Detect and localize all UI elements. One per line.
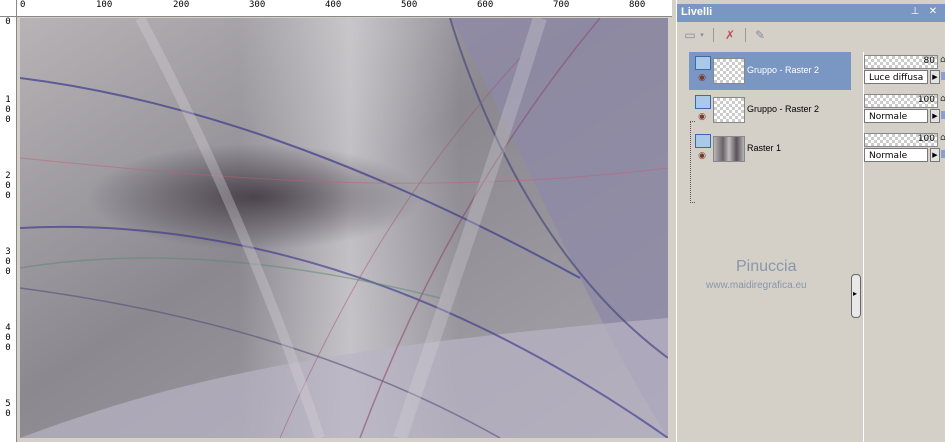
layer-group-icon[interactable]: [695, 56, 711, 70]
lock-icon[interactable]: ⌂: [940, 133, 945, 143]
chevron-right-icon[interactable]: ▶: [930, 70, 940, 84]
chevron-right-icon: ▸: [853, 289, 858, 298]
lock-icon[interactable]: ⌂: [940, 55, 945, 65]
layers-panel: Livelli ⊥ ✕ ▭ ▾ ✗ ✎ ◉ Gruppo - Raster 2 …: [676, 0, 945, 442]
ruler-label: 0: [5, 17, 11, 27]
ruler-label: 0: [5, 333, 11, 343]
layer-props-row: 80 ⌂ Luce diffusa ▶: [864, 52, 945, 90]
ruler-label: 5: [5, 399, 11, 409]
ruler-label: 0: [20, 0, 26, 10]
layer-row[interactable]: ◉ Raster 1: [689, 130, 851, 168]
watermark-name: Pinuccia: [736, 258, 797, 275]
ruler-label: 1: [5, 95, 11, 105]
layer-row[interactable]: ◉ Gruppo - Raster 2: [689, 52, 851, 90]
eye-icon[interactable]: ◉: [695, 152, 709, 161]
link-icon[interactable]: [941, 72, 945, 80]
image-canvas[interactable]: [20, 18, 668, 438]
opacity-value: 100: [917, 95, 935, 105]
ruler-label: 3: [5, 247, 11, 257]
watermark-url: www.maidiregrafica.eu: [706, 280, 807, 291]
ruler-label: 500: [401, 0, 418, 10]
raster-layer-icon[interactable]: [695, 134, 711, 148]
ruler-label: 700: [553, 0, 570, 10]
ruler-label: 400: [325, 0, 342, 10]
chevron-down-icon[interactable]: ▾: [697, 26, 707, 44]
panel-toolbar: ▭ ▾ ✗ ✎: [677, 24, 945, 46]
chevron-right-icon[interactable]: ▶: [930, 109, 940, 123]
pin-icon[interactable]: ⊥: [909, 6, 921, 18]
layer-properties-column: 80 ⌂ Luce diffusa ▶ 100 ⌂ Normale ▶ 100 …: [863, 52, 945, 442]
layer-thumbnail: [713, 58, 745, 84]
toolbar-separator: [745, 28, 746, 42]
blend-mode-select[interactable]: Normale: [864, 148, 928, 162]
layer-list: ◉ Gruppo - Raster 2 ◉ Gruppo - Raster 2 …: [685, 50, 851, 440]
panel-splitter[interactable]: ▸: [851, 274, 861, 318]
ruler-label: 300: [249, 0, 266, 10]
ruler-label: 600: [477, 0, 494, 10]
vertical-ruler: 0 1 0 0 2 0 0 3 0 0 4 0 0 5 0: [0, 16, 17, 442]
ruler-label: 0: [5, 409, 11, 419]
ruler-label: 0: [5, 105, 11, 115]
ruler-label: 800: [629, 0, 646, 10]
abstract-artwork: [20, 18, 668, 438]
ruler-label: 100: [96, 0, 113, 10]
layer-thumbnail: [713, 97, 745, 123]
link-icon[interactable]: [941, 111, 945, 119]
layer-name: Gruppo - Raster 2: [747, 65, 820, 75]
layer-name: Gruppo - Raster 2: [747, 104, 820, 114]
layer-props-row: 100 ⌂ Normale ▶: [864, 130, 945, 168]
ruler-corner: [0, 0, 17, 17]
horizontal-ruler: 0 100 200 300 400 500 600 700 800: [0, 0, 672, 17]
delete-layer-icon[interactable]: ✗: [721, 26, 739, 44]
chevron-right-icon[interactable]: ▶: [930, 148, 940, 162]
opacity-slider[interactable]: 100: [864, 94, 938, 108]
blend-mode-select[interactable]: Luce diffusa: [864, 70, 928, 84]
ruler-label: 200: [173, 0, 190, 10]
close-icon[interactable]: ✕: [927, 6, 939, 18]
ruler-label: 4: [5, 323, 11, 333]
lock-icon[interactable]: ⌂: [940, 94, 945, 104]
layer-name: Raster 1: [747, 143, 782, 153]
opacity-value: 80: [923, 56, 935, 66]
link-icon[interactable]: [941, 150, 945, 158]
opacity-value: 100: [917, 134, 935, 144]
ruler-label: 0: [5, 181, 11, 191]
layer-thumbnail: [713, 136, 745, 162]
ruler-label: 0: [5, 115, 11, 125]
panel-title: Livelli: [681, 6, 713, 18]
layer-properties-icon[interactable]: ✎: [751, 26, 769, 44]
eye-icon[interactable]: ◉: [695, 113, 709, 122]
ruler-label: 0: [5, 267, 11, 277]
canvas-pane: 0 100 200 300 400 500 600 700 800 0 1 0 …: [0, 0, 672, 442]
blend-mode-select[interactable]: Normale: [864, 109, 928, 123]
opacity-slider[interactable]: 80: [864, 55, 938, 69]
panel-titlebar[interactable]: Livelli ⊥ ✕: [677, 4, 945, 22]
opacity-slider[interactable]: 100: [864, 133, 938, 147]
ruler-label: 0: [5, 257, 11, 267]
layer-row[interactable]: ◉ Gruppo - Raster 2: [689, 91, 851, 129]
eye-icon[interactable]: ◉: [695, 74, 709, 83]
layer-props-row: 100 ⌂ Normale ▶: [864, 91, 945, 129]
ruler-label: 2: [5, 171, 11, 181]
ruler-label: 0: [5, 343, 11, 353]
ruler-label: 0: [5, 191, 11, 201]
toolbar-separator: [713, 28, 714, 42]
layer-group-icon[interactable]: [695, 95, 711, 109]
